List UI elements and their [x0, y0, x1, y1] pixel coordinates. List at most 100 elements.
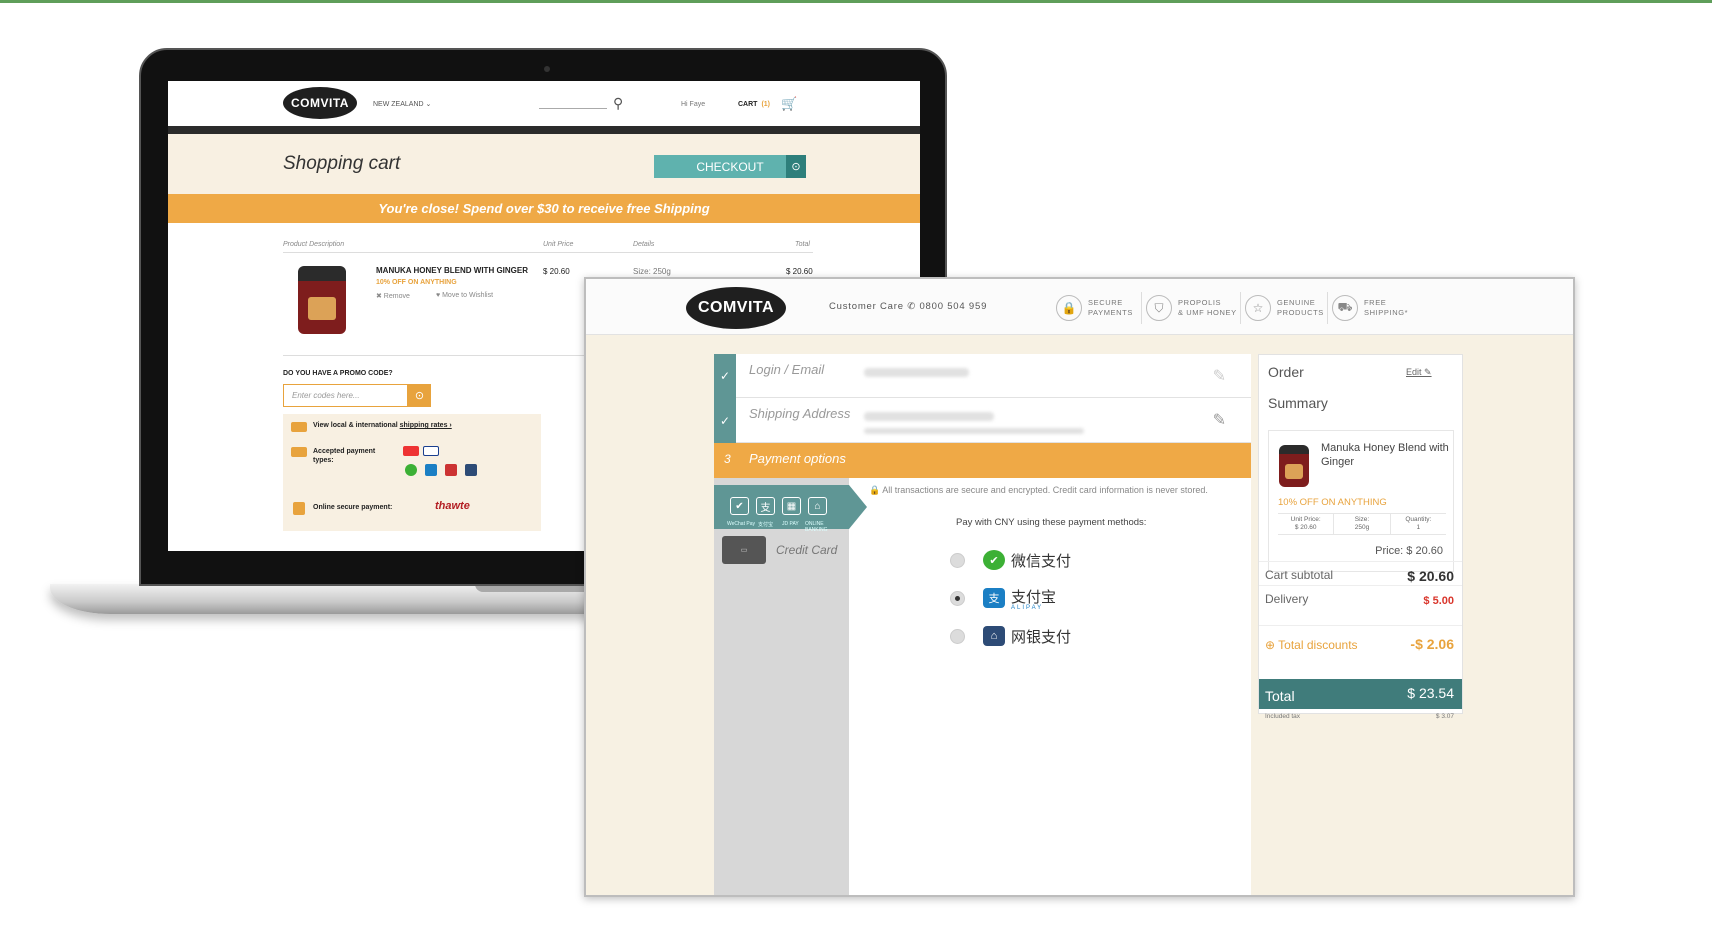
secure-payment-label: Online secure payment:	[313, 504, 393, 511]
shipping-info: View local & international shipping rate…	[313, 422, 452, 429]
option-alipay[interactable]: 支 支付宝 ALIPAY	[950, 586, 1056, 611]
cart-link[interactable]: CART (1)	[738, 101, 770, 108]
blurred-address	[864, 412, 994, 421]
radio-button[interactable]	[950, 628, 965, 644]
detail-value: $ 20.60	[1294, 524, 1317, 531]
column-header-unit-price: Unit Price	[543, 241, 574, 248]
badge-line: PRODUCTS	[1277, 308, 1324, 317]
product-offer: 10% OFF ON ANYTHING	[376, 279, 457, 286]
card-icon	[291, 447, 307, 457]
alipay-icon: 支	[756, 497, 775, 515]
method-caption: 支付宝	[758, 522, 774, 528]
subtotal-value: $ 20.60	[1407, 568, 1454, 584]
product-image	[1279, 445, 1309, 487]
product-size: Size: 250g	[633, 267, 671, 276]
wishlist-link[interactable]: ♥ Move to Wishlist	[436, 292, 493, 299]
payment-method-china[interactable]: ✔ 支 ▦ ⌂ WeChat Pay 支付宝 JD PAY ONLINE BAN…	[714, 485, 849, 533]
line-total: $ 20.60	[786, 267, 813, 276]
cart-icon[interactable]: 🛒	[781, 96, 797, 112]
country-selector[interactable]: NEW ZEALAND ⌄	[373, 100, 431, 108]
edit-icon[interactable]: ✎	[1213, 410, 1226, 430]
secure-note: 🔒 All transactions are secure and encryp…	[869, 485, 1208, 495]
lock-icon: 🔒	[1056, 295, 1082, 321]
wechat-icon: ✔	[983, 550, 1005, 570]
lock-icon	[293, 502, 305, 515]
bank-icon: ⌂	[983, 626, 1005, 646]
promo-code-input[interactable]: Enter codes here...	[283, 384, 408, 407]
bank-icon	[465, 464, 477, 476]
badge-line: FREE	[1364, 298, 1387, 307]
search-icon[interactable]: ⚲	[613, 95, 623, 112]
delivery-value: $ 5.00	[1423, 595, 1454, 607]
visa-icon	[423, 446, 439, 456]
tax-label: Included tax	[1265, 713, 1301, 720]
alipay-icon: 支	[983, 588, 1005, 608]
payment-instructions: Pay with CNY using these payment methods…	[956, 517, 1147, 528]
shipping-rates-link[interactable]: shipping rates ›	[400, 422, 452, 429]
product-details: Unit Price: $ 20.60 Size: 250g Quantity: 1	[1278, 513, 1446, 535]
badge-divider	[1141, 292, 1142, 324]
summary-edit-link[interactable]: Edit ✎	[1406, 367, 1432, 378]
option-bank[interactable]: ⌂ 网银支付	[950, 624, 1071, 648]
user-greeting[interactable]: Hi Faye	[681, 101, 705, 108]
subtotal-label: Cart subtotal	[1265, 568, 1334, 582]
product-name[interactable]: MANUKA HONEY BLEND WITH GINGER	[376, 266, 528, 275]
top-accent-line	[0, 0, 1712, 3]
discount-row: ⊕ Total discounts -$ 2.06	[1259, 625, 1462, 665]
column-header-product: Product Description	[283, 241, 345, 248]
detail-value: 1	[1416, 524, 1421, 531]
comvita-logo[interactable]: COMVITA	[686, 287, 786, 329]
product-offer: 10% OFF ON ANYTHING	[1278, 497, 1387, 508]
promo-submit-button[interactable]: ⊙	[408, 384, 431, 407]
method-caption: WeChat Pay	[727, 521, 755, 527]
camera-icon	[544, 66, 550, 72]
active-arrow	[849, 485, 867, 529]
option-label: 网银支付	[1011, 628, 1072, 646]
radio-button[interactable]	[950, 552, 965, 568]
promo-label: DO YOU HAVE A PROMO CODE?	[283, 370, 393, 377]
step-number: 3	[724, 452, 731, 466]
option-label: 微信支付	[1011, 552, 1072, 570]
badge-line: & UMF HONEY	[1178, 308, 1237, 317]
blurred-email	[864, 368, 969, 377]
summary-title: Order	[1268, 364, 1304, 380]
search-input[interactable]	[539, 108, 607, 109]
arrow-right-icon[interactable]: ⊙	[786, 155, 806, 178]
detail-label: Size:	[1354, 516, 1370, 523]
truck-icon	[291, 422, 307, 432]
mastercard-icon	[403, 446, 419, 456]
total-row: Total $ 23.54	[1259, 679, 1462, 709]
bank-icon: ⌂	[808, 497, 827, 515]
detail-cell: Quantity: 1	[1391, 514, 1446, 534]
comvita-logo[interactable]: COMVITA	[283, 87, 357, 119]
check-icon: ✓	[714, 354, 736, 398]
step-login[interactable]: ✓ Login / Email ✎	[714, 354, 1251, 398]
step-payment[interactable]: 3 Payment options	[714, 443, 1251, 478]
truck-icon: ⛟	[1332, 295, 1358, 321]
page-title: Shopping cart	[283, 153, 401, 174]
divider	[283, 252, 813, 253]
detail-label: Quantity:	[1405, 516, 1432, 523]
credit-card-option[interactable]: Credit Card	[776, 543, 837, 557]
checkout-window: COMVITA Customer Care ✆ 0800 504 959 🔒 S…	[584, 277, 1575, 897]
credit-card-icon[interactable]: ▭	[722, 536, 766, 564]
product-image[interactable]	[298, 266, 346, 334]
payment-types-label: Accepted payment types:	[313, 448, 376, 464]
product-price: Price: $ 20.60	[1375, 545, 1443, 557]
radio-button-selected[interactable]	[950, 590, 965, 606]
edit-icon[interactable]: ✎	[1213, 366, 1226, 386]
step-shipping-label: Shipping Address	[749, 406, 851, 421]
remove-link[interactable]: ✖ Remove	[376, 292, 410, 300]
star-icon: ☆	[1245, 295, 1271, 321]
total-label: Total	[1265, 688, 1295, 704]
thawte-logo: thawte	[435, 500, 470, 512]
badge-secure-payments: 🔒 SECURE PAYMENTS	[1056, 292, 1150, 324]
checkout-header: COMVITA Customer Care ✆ 0800 504 959 🔒 S…	[586, 279, 1573, 335]
detail-cell: Unit Price: $ 20.60	[1278, 514, 1335, 534]
step-shipping[interactable]: ✓ Shipping Address ✎	[714, 398, 1251, 443]
free-shipping-banner: You're close! Spend over $30 to receive …	[168, 194, 920, 223]
option-wechat[interactable]: ✔ 微信支付	[950, 548, 1071, 572]
checkout-steps: ✓ Login / Email ✎ ✓ Shipping Address ✎ 3…	[714, 354, 1251, 895]
checkout-button[interactable]: CHECKOUT	[654, 155, 806, 178]
wechat-pay-icon	[405, 464, 417, 476]
